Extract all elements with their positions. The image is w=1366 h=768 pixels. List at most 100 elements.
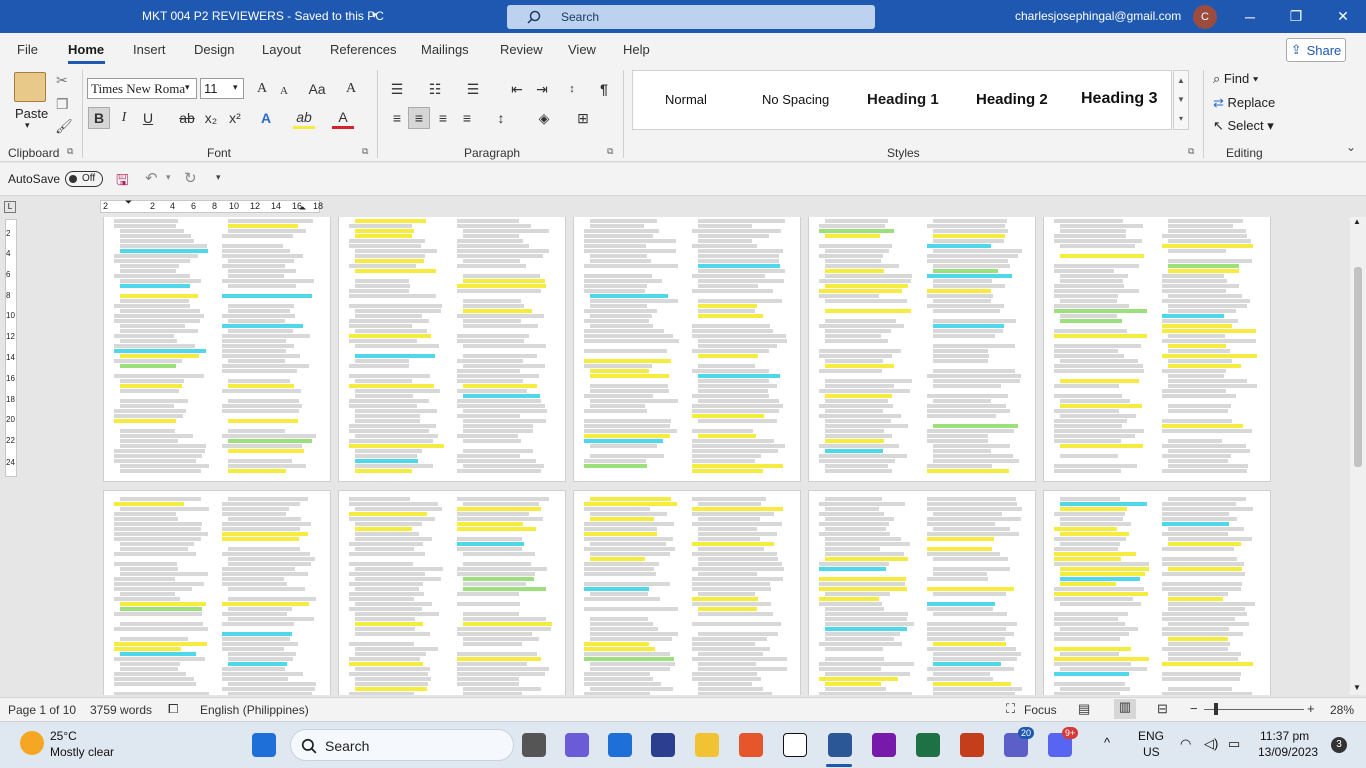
cut-icon[interactable]: ✂	[56, 72, 68, 89]
styles-scroll[interactable]: ▲ ▼ ▾	[1173, 70, 1189, 130]
proofing-icon[interactable]: ⧠	[168, 701, 178, 717]
file-explorer-icon[interactable]	[695, 733, 719, 757]
scroll-thumb[interactable]	[1354, 267, 1362, 467]
show-marks-icon[interactable]: ¶	[593, 78, 615, 100]
read-mode-icon[interactable]: ▤	[1078, 701, 1090, 717]
document-page[interactable]	[573, 490, 801, 695]
tab-mailings[interactable]: Mailings	[421, 42, 469, 57]
paragraph-launcher-icon[interactable]: ⧉	[607, 146, 613, 157]
zoom-slider-thumb[interactable]	[1214, 703, 1218, 715]
paste-icon[interactable]	[14, 72, 46, 102]
save-icon[interactable]: 🖫	[116, 170, 129, 195]
document-page[interactable]	[808, 217, 1036, 482]
style-heading-3[interactable]: Heading 3	[1081, 90, 1157, 108]
font-family-field[interactable]: Times New Roma	[87, 78, 197, 99]
font-family-chevron-icon[interactable]: ▾	[185, 82, 190, 93]
powerpoint-icon[interactable]	[960, 733, 984, 757]
grow-font-button[interactable]: A	[251, 78, 273, 100]
document-canvas[interactable]	[20, 217, 1350, 695]
search-box[interactable]: Search	[507, 5, 875, 29]
zoom-level[interactable]: 28%	[1330, 703, 1354, 717]
right-indent-icon[interactable]: ⏶	[299, 203, 306, 214]
focus-button[interactable]: Focus	[1024, 703, 1057, 717]
account-email[interactable]: charlesjosephingal@gmail.com	[1015, 9, 1181, 23]
volume-icon[interactable]: ◁)	[1204, 736, 1218, 752]
word-count[interactable]: 3759 words	[90, 703, 152, 717]
zoom-in-icon[interactable]: +	[1307, 701, 1315, 716]
italic-button[interactable]: I	[113, 107, 135, 129]
redo-icon[interactable]: ↻	[184, 169, 197, 187]
find-button[interactable]: ⌕ Find ▾	[1213, 71, 1258, 87]
document-page[interactable]	[808, 490, 1036, 695]
tab-layout[interactable]: Layout	[262, 42, 301, 57]
line-spacing-icon[interactable]: ↕	[490, 107, 512, 129]
justify-icon[interactable]: ≡	[456, 107, 478, 129]
language-status[interactable]: English (Philippines)	[200, 703, 309, 717]
tab-view[interactable]: View	[568, 42, 596, 57]
weather-temp[interactable]: 25°C	[50, 729, 77, 743]
battery-icon[interactable]: ▭	[1228, 736, 1240, 752]
store-icon[interactable]	[608, 733, 632, 757]
title-chevron-icon[interactable]: ▾	[372, 10, 377, 21]
notion-icon[interactable]	[783, 733, 807, 757]
style-normal[interactable]: Normal	[665, 92, 707, 107]
customize-toolbar-icon[interactable]: ▾	[216, 172, 221, 183]
wifi-icon[interactable]: ◠	[1180, 736, 1191, 752]
zoom-out-icon[interactable]: −	[1190, 701, 1198, 716]
underline-button[interactable]: U	[137, 107, 159, 129]
print-layout-icon[interactable]: ▥	[1114, 699, 1136, 719]
paste-chevron-icon[interactable]: ▾	[25, 120, 30, 131]
decrease-indent-icon[interactable]: ⇤	[506, 78, 528, 100]
meet-icon[interactable]	[565, 733, 589, 757]
increase-indent-icon[interactable]: ⇥	[531, 78, 553, 100]
close-button[interactable]: ✕	[1320, 0, 1366, 33]
lang-code[interactable]: ENG	[1138, 729, 1164, 743]
style-heading-1[interactable]: Heading 1	[867, 91, 939, 108]
clock-date[interactable]: 13/09/2023	[1258, 745, 1318, 759]
collapse-ribbon-icon[interactable]: ⌄	[1346, 140, 1356, 154]
shading-icon[interactable]: ◈	[533, 107, 555, 129]
document-page[interactable]	[1043, 217, 1271, 482]
focus-icon[interactable]: ⛶	[1006, 701, 1015, 717]
taskbar-search[interactable]: Search	[290, 729, 514, 761]
style-no-spacing[interactable]: No Spacing	[762, 92, 829, 107]
change-case-button[interactable]: Aa	[303, 78, 331, 100]
align-right-icon[interactable]: ≡	[432, 107, 454, 129]
document-page[interactable]	[103, 217, 331, 482]
tab-review[interactable]: Review	[500, 42, 543, 57]
tab-home[interactable]: Home	[68, 42, 104, 57]
share-button[interactable]: ⇪ Share	[1286, 38, 1346, 62]
sort-icon[interactable]: ↕	[561, 78, 583, 100]
weather-desc[interactable]: Mostly clear	[50, 745, 114, 759]
font-launcher-icon[interactable]: ⧉	[362, 146, 368, 157]
tab-insert[interactable]: Insert	[133, 42, 166, 57]
vertical-scrollbar[interactable]: ▲ ▼	[1350, 217, 1366, 695]
paste-button[interactable]: Paste	[15, 106, 48, 121]
undo-icon[interactable]: ↶	[145, 169, 158, 187]
restore-button[interactable]: ❐	[1273, 0, 1319, 33]
zoom-slider[interactable]	[1204, 709, 1304, 710]
start-icon[interactable]	[252, 733, 276, 757]
replace-button[interactable]: ⇄ Replace	[1213, 95, 1275, 111]
web-layout-icon[interactable]: ⊟	[1157, 701, 1168, 717]
font-color-button[interactable]: A	[332, 107, 354, 129]
scroll-up-icon[interactable]: ▲	[1353, 217, 1361, 226]
word-icon[interactable]	[828, 733, 852, 757]
font-size-chevron-icon[interactable]: ▾	[233, 82, 238, 93]
tab-references[interactable]: References	[330, 42, 396, 57]
format-painter-icon[interactable]: 🖌	[55, 118, 73, 135]
bold-button[interactable]: B	[88, 107, 110, 129]
document-page[interactable]	[338, 490, 566, 695]
document-page[interactable]	[573, 217, 801, 482]
borders-icon[interactable]: ⊞	[572, 107, 594, 129]
indent-marker-icon[interactable]: ⏷	[125, 197, 132, 208]
superscript-button[interactable]: x²	[224, 107, 246, 129]
document-page[interactable]	[1043, 490, 1271, 695]
clipboard-launcher-icon[interactable]: ⧉	[67, 146, 73, 157]
region-code[interactable]: US	[1143, 745, 1160, 759]
document-page[interactable]	[103, 490, 331, 695]
tab-design[interactable]: Design	[194, 42, 234, 57]
excel-icon[interactable]	[916, 733, 940, 757]
minimize-button[interactable]: ─	[1227, 0, 1273, 33]
ruler-strip[interactable]	[100, 200, 320, 213]
